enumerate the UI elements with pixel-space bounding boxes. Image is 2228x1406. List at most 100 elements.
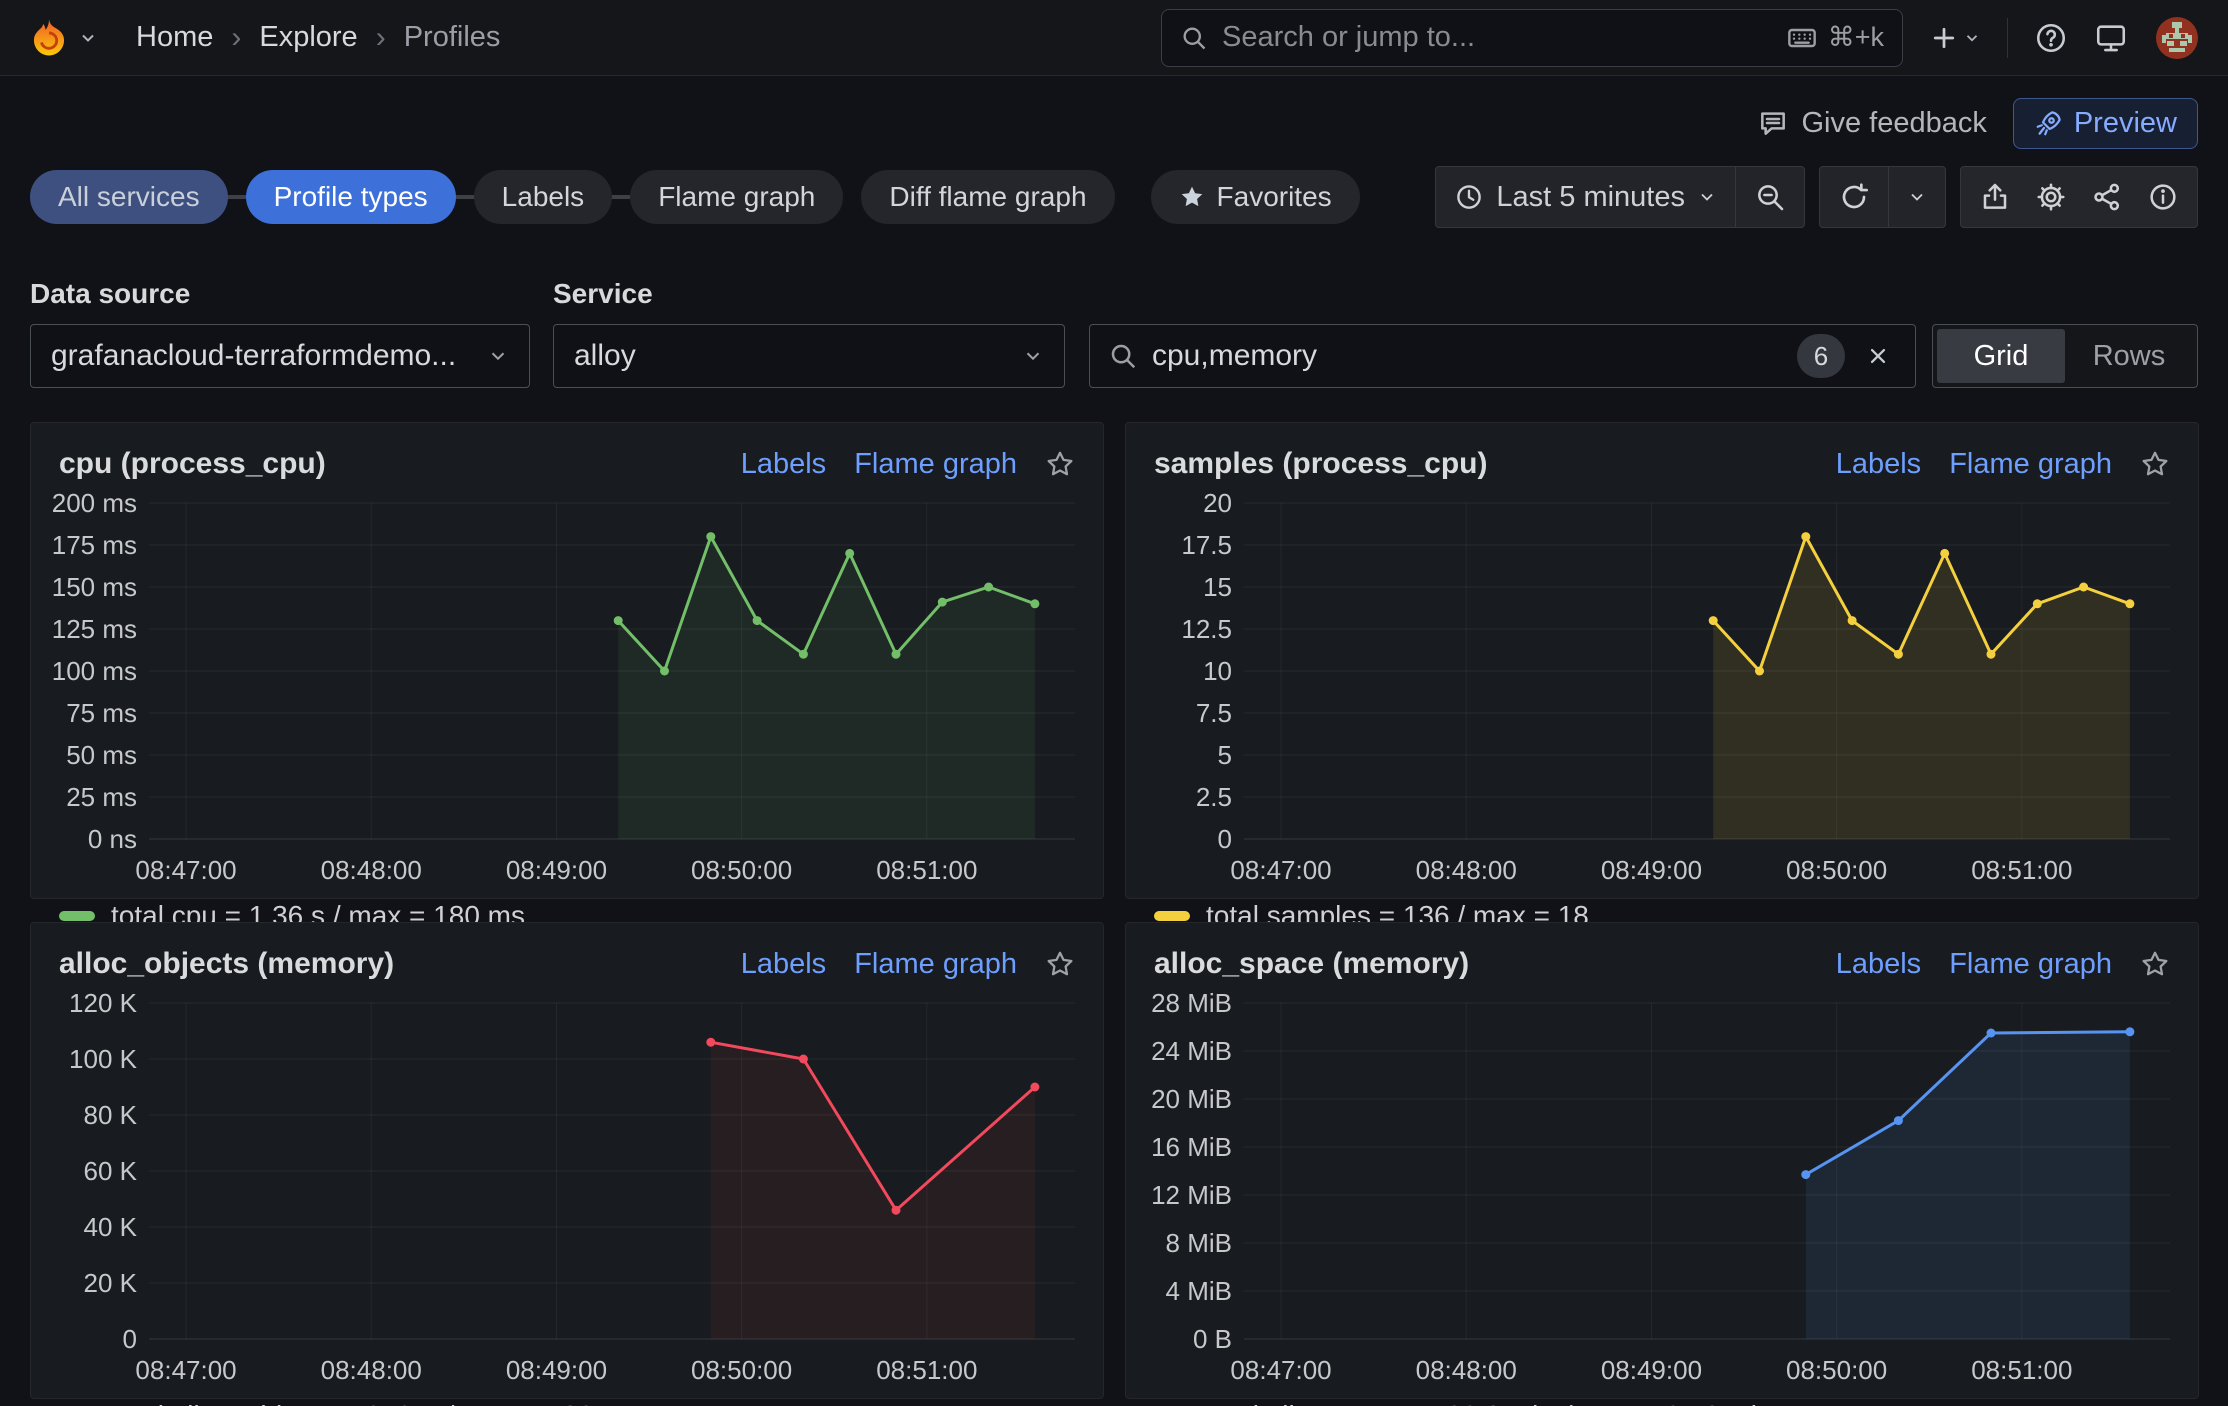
svg-text:100 K: 100 K (69, 1044, 138, 1074)
time-range-picker[interactable]: Last 5 minutes (1436, 167, 1735, 227)
tab-connector (456, 195, 474, 199)
flame-graph-link[interactable]: Flame graph (854, 948, 1017, 981)
tab-flame-graph[interactable]: Flame graph (630, 170, 843, 224)
time-series-chart[interactable]: 08:47:0008:48:0008:49:0008:50:0008:51:00… (1140, 987, 2186, 1392)
svg-text:08:51:00: 08:51:00 (1971, 1355, 2072, 1385)
svg-text:08:48:00: 08:48:00 (1416, 1355, 1517, 1385)
svg-text:12.5: 12.5 (1181, 614, 1232, 644)
svg-text:08:48:00: 08:48:00 (321, 1355, 422, 1385)
svg-text:8 MiB: 8 MiB (1166, 1228, 1232, 1258)
toolbar-row: All services Profile types Labels Flame … (30, 166, 2198, 228)
chevron-down-icon (1697, 187, 1717, 207)
preview-badge[interactable]: Preview (2013, 98, 2198, 149)
feedback-row: Give feedback Preview (30, 96, 2198, 150)
svg-text:08:49:00: 08:49:00 (506, 1355, 607, 1385)
breadcrumb-explore[interactable]: Explore (259, 21, 357, 54)
add-menu-button[interactable] (1929, 23, 1981, 53)
svg-text:20: 20 (1203, 488, 1232, 518)
refresh-interval-dropdown[interactable] (1888, 167, 1945, 227)
breadcrumb-home[interactable]: Home (136, 21, 213, 54)
svg-text:08:48:00: 08:48:00 (321, 855, 422, 885)
series-legend[interactable]: total alloc_space = 83.0 MiB / max = 25.… (1126, 1392, 2198, 1406)
data-source-select[interactable]: grafanacloud-terraformdemo... (30, 324, 530, 388)
zoom-out-button[interactable] (1735, 167, 1804, 227)
svg-text:08:49:00: 08:49:00 (506, 855, 607, 885)
svg-text:7.5: 7.5 (1196, 698, 1232, 728)
layout-toggle: Grid Rows (1932, 324, 2198, 388)
svg-text:08:49:00: 08:49:00 (1601, 1355, 1702, 1385)
flame-graph-link[interactable]: Flame graph (1949, 448, 2112, 481)
legend-color-dash (1154, 911, 1190, 921)
settings-button[interactable] (2029, 167, 2085, 227)
export-button[interactable] (1961, 167, 2029, 227)
tab-labels[interactable]: Labels (474, 170, 613, 224)
labels-link[interactable]: Labels (1836, 448, 1921, 481)
chevron-down-icon (487, 345, 509, 367)
svg-text:0: 0 (123, 1324, 137, 1354)
search-icon (1108, 341, 1138, 371)
svg-text:150 ms: 150 ms (52, 572, 137, 602)
svg-text:08:47:00: 08:47:00 (135, 1355, 236, 1385)
nav-divider (2007, 18, 2008, 58)
labels-link[interactable]: Labels (1836, 948, 1921, 981)
share-button[interactable] (2085, 167, 2141, 227)
time-series-chart[interactable]: 08:47:0008:48:0008:49:0008:50:0008:51:00… (45, 987, 1091, 1392)
panel-alloc-space: alloc_space (memory) Labels Flame graph … (1125, 922, 2199, 1399)
give-feedback-link[interactable]: Give feedback (1757, 107, 1986, 140)
search-shortcut: ⌘+k (1786, 22, 1884, 54)
global-search[interactable]: ⌘+k (1161, 9, 1903, 67)
favorite-star-icon[interactable] (2140, 949, 2170, 979)
tab-favorites[interactable]: Favorites (1151, 170, 1360, 224)
tab-connector (612, 195, 630, 199)
svg-text:125 ms: 125 ms (52, 614, 137, 644)
svg-text:5: 5 (1218, 740, 1232, 770)
time-series-chart[interactable]: 08:47:0008:48:0008:49:0008:50:0008:51:00… (45, 487, 1091, 892)
service-select[interactable]: alloy (553, 324, 1065, 388)
display-icon[interactable] (2094, 21, 2128, 55)
chevron-down-icon (1963, 29, 1981, 47)
help-icon[interactable] (2034, 21, 2068, 55)
chevron-down-icon (78, 28, 98, 48)
profile-search-box[interactable]: 6 (1089, 324, 1916, 388)
panel-title: alloc_objects (memory) (59, 947, 394, 981)
panel-alloc-objects: alloc_objects (memory) Labels Flame grap… (30, 922, 1104, 1399)
tab-profile-types[interactable]: Profile types (246, 170, 456, 224)
tab-all-services[interactable]: All services (30, 170, 228, 224)
clear-icon[interactable] (1859, 343, 1897, 369)
comment-icon (1757, 107, 1789, 139)
profile-search-input[interactable] (1152, 339, 1783, 373)
svg-text:175 ms: 175 ms (52, 530, 137, 560)
export-icon (1979, 181, 2011, 213)
flame-graph-link[interactable]: Flame graph (1949, 948, 2112, 981)
layout-grid-option[interactable]: Grid (1937, 329, 2065, 383)
chevron-down-icon (1907, 187, 1927, 207)
time-series-chart[interactable]: 08:47:0008:48:0008:49:0008:50:0008:51:00… (1140, 487, 2186, 892)
global-search-input[interactable] (1222, 21, 1772, 54)
exploration-tabs: All services Profile types Labels Flame … (30, 170, 1360, 224)
svg-text:200 ms: 200 ms (52, 488, 137, 518)
series-legend[interactable]: total alloc_objects = 342 K / max = 106 … (31, 1392, 1103, 1406)
filter-labels: Data source Service (30, 278, 2198, 310)
favorite-star-icon[interactable] (1045, 449, 1075, 479)
user-avatar[interactable] (2154, 15, 2200, 61)
layout-rows-option[interactable]: Rows (2065, 329, 2193, 383)
svg-text:0 ns: 0 ns (88, 824, 137, 854)
tab-diff-flame-graph[interactable]: Diff flame graph (861, 170, 1114, 224)
panel-title: samples (process_cpu) (1154, 447, 1487, 481)
flame-graph-link[interactable]: Flame graph (854, 448, 1017, 481)
labels-link[interactable]: Labels (741, 448, 826, 481)
info-button[interactable] (2141, 167, 2197, 227)
svg-text:75 ms: 75 ms (66, 698, 137, 728)
match-count-badge: 6 (1797, 334, 1845, 378)
favorite-star-icon[interactable] (1045, 949, 1075, 979)
panel-title: alloc_space (memory) (1154, 947, 1469, 981)
breadcrumb-profiles: Profiles (404, 21, 501, 54)
rocket-icon (2034, 108, 2064, 138)
grafana-logo-button[interactable] (28, 17, 98, 59)
breadcrumb-separator: › (376, 21, 386, 55)
zoom-out-icon (1754, 181, 1786, 213)
panel-grid: cpu (process_cpu) Labels Flame graph 08:… (30, 422, 2198, 1399)
favorite-star-icon[interactable] (2140, 449, 2170, 479)
refresh-button[interactable] (1820, 167, 1888, 227)
labels-link[interactable]: Labels (741, 948, 826, 981)
